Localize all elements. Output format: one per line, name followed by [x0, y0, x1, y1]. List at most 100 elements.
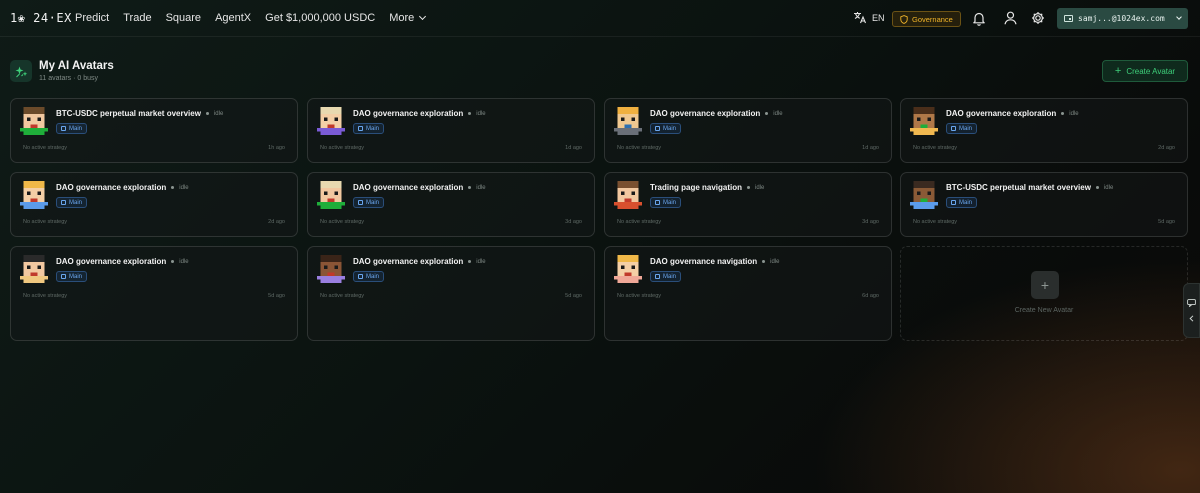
last-active-time: 6d ago: [862, 293, 879, 299]
main-badge: Main: [353, 197, 385, 208]
wallet-icon: [61, 274, 66, 279]
settings-button[interactable]: [1030, 10, 1046, 26]
avatar-icon: [910, 181, 938, 209]
badge-label: Main: [959, 125, 973, 132]
strategy-status: No active strategy: [617, 145, 662, 151]
nav-square[interactable]: Square: [166, 12, 201, 24]
nav-predict[interactable]: Predict: [75, 12, 109, 24]
avatar-card[interactable]: DAO governance exploration idle Main No act…: [307, 246, 595, 341]
avatar-name: Trading page navigation: [650, 183, 743, 192]
page-title: My AI Avatars: [39, 60, 114, 72]
status-label: idle: [770, 258, 780, 265]
status-dot-icon: [171, 260, 175, 263]
wallet-icon: [358, 274, 363, 279]
wallet-icon: [951, 126, 956, 131]
avatar-card[interactable]: DAO governance exploration idle Main No act…: [307, 98, 595, 163]
nav-more[interactable]: More: [389, 12, 427, 24]
avatar-name: BTC-USDC perpetual market overview: [946, 183, 1091, 192]
avatar-card-title: DAO governance navigation idle: [650, 257, 779, 266]
chevron-down-icon: [419, 12, 427, 21]
main-badge: Main: [946, 123, 978, 134]
badge-label: Main: [663, 199, 677, 206]
avatar-card-title: BTC-USDC perpetual market overview idle: [946, 183, 1113, 192]
avatar-card[interactable]: BTC-USDC perpetual market overview idle Ma…: [10, 98, 298, 163]
bell-icon: [973, 12, 985, 26]
avatar-card-title: BTC-USDC perpetual market overview idle: [56, 109, 223, 118]
governance-button[interactable]: Governance: [892, 11, 961, 27]
avatar-icon: [614, 181, 642, 209]
top-navbar: 1❀ 24·EX Predict Trade Square AgentX Get…: [0, 0, 1200, 37]
avatar-card-title: DAO governance exploration idle: [56, 257, 189, 266]
side-panel-toggle[interactable]: [1183, 283, 1200, 338]
notifications-button[interactable]: [971, 10, 987, 26]
avatar-card[interactable]: DAO governance exploration idle Main No act…: [604, 98, 892, 163]
nav-more-label: More: [389, 12, 415, 24]
main-nav: Predict Trade Square AgentX Get $1,000,0…: [75, 12, 439, 24]
last-active-time: 2d ago: [1158, 145, 1175, 151]
avatar-card[interactable]: Trading page navigation idle Main No active…: [604, 172, 892, 237]
plus-icon: +: [1114, 64, 1122, 77]
avatar-card[interactable]: DAO governance exploration idle Main No act…: [307, 172, 595, 237]
last-active-time: 5d ago: [565, 293, 582, 299]
account-button[interactable]: samj...@1024ex.com: [1057, 8, 1188, 29]
badge-label: Main: [366, 199, 380, 206]
nav-trade[interactable]: Trade: [123, 12, 151, 24]
avatar-card[interactable]: DAO governance navigation idle Main No acti…: [604, 246, 892, 341]
avatar-icon: [317, 255, 345, 283]
last-active-time: 2d ago: [268, 219, 285, 225]
avatar-card-title: DAO governance exploration idle: [353, 257, 486, 266]
last-active-time: 3d ago: [565, 219, 582, 225]
status-dot-icon: [205, 112, 209, 115]
badge-label: Main: [366, 125, 380, 132]
avatar-name: DAO governance navigation: [650, 257, 758, 266]
strategy-status: No active strategy: [320, 145, 365, 151]
create-new-avatar-label: Create New Avatar: [1014, 307, 1074, 314]
avatar-card[interactable]: BTC-USDC perpetual market overview idle Ma…: [900, 172, 1188, 237]
status-label: idle: [179, 258, 189, 265]
avatar-icon: [20, 107, 48, 135]
strategy-status: No active strategy: [617, 219, 662, 225]
badge-label: Main: [69, 199, 83, 206]
status-dot-icon: [765, 112, 769, 115]
wallet-icon: [655, 274, 660, 279]
page-subtitle: 11 avatars · 0 busy: [39, 75, 99, 82]
status-label: idle: [773, 110, 783, 117]
create-avatar-button[interactable]: + Create Avatar: [1102, 60, 1188, 82]
avatar-card-title: DAO governance exploration idle: [946, 109, 1079, 118]
shield-icon: [900, 14, 908, 24]
avatar-card[interactable]: DAO governance exploration idle Main No act…: [900, 98, 1188, 163]
avatar-icon: [317, 181, 345, 209]
avatar-icon: [614, 107, 642, 135]
avatar-card[interactable]: DAO governance exploration idle Main No act…: [10, 172, 298, 237]
badge-label: Main: [663, 273, 677, 280]
create-avatar-label: Create Avatar: [1126, 66, 1176, 76]
avatar-card-title: DAO governance exploration idle: [650, 109, 783, 118]
translate-icon: [854, 12, 867, 24]
badge-label: Main: [663, 125, 677, 132]
wallet-icon: [358, 200, 363, 205]
avatar-card-title: Trading page navigation idle: [650, 183, 764, 192]
status-label: idle: [1103, 184, 1114, 191]
create-new-avatar-card[interactable]: + Create New Avatar: [900, 246, 1188, 341]
badge-label: Main: [959, 199, 973, 206]
main-badge: Main: [946, 197, 978, 208]
language-selector[interactable]: EN: [853, 11, 885, 24]
badge-label: Main: [69, 273, 83, 280]
status-dot-icon: [171, 186, 175, 189]
chat-icon: [1187, 299, 1196, 307]
nav-agentx[interactable]: AgentX: [215, 12, 251, 24]
last-active-time: 1d ago: [565, 145, 582, 151]
avatar-card[interactable]: DAO governance exploration idle Main No act…: [10, 246, 298, 341]
profile-button[interactable]: [1002, 10, 1018, 26]
brand-logo[interactable]: 1❀ 24·EX: [10, 11, 72, 25]
wallet-icon: [358, 126, 363, 131]
sparkle-icon: [15, 66, 27, 77]
wallet-icon: [655, 200, 660, 205]
main-badge: Main: [353, 271, 385, 282]
avatar-name: DAO governance exploration: [56, 257, 167, 266]
avatar-name: DAO governance exploration: [353, 257, 464, 266]
status-label: idle: [179, 184, 189, 191]
avatar-name: BTC-USDC perpetual market overview: [56, 109, 201, 118]
status-dot-icon: [468, 260, 472, 263]
nav-get-usdc[interactable]: Get $1,000,000 USDC: [265, 12, 375, 24]
